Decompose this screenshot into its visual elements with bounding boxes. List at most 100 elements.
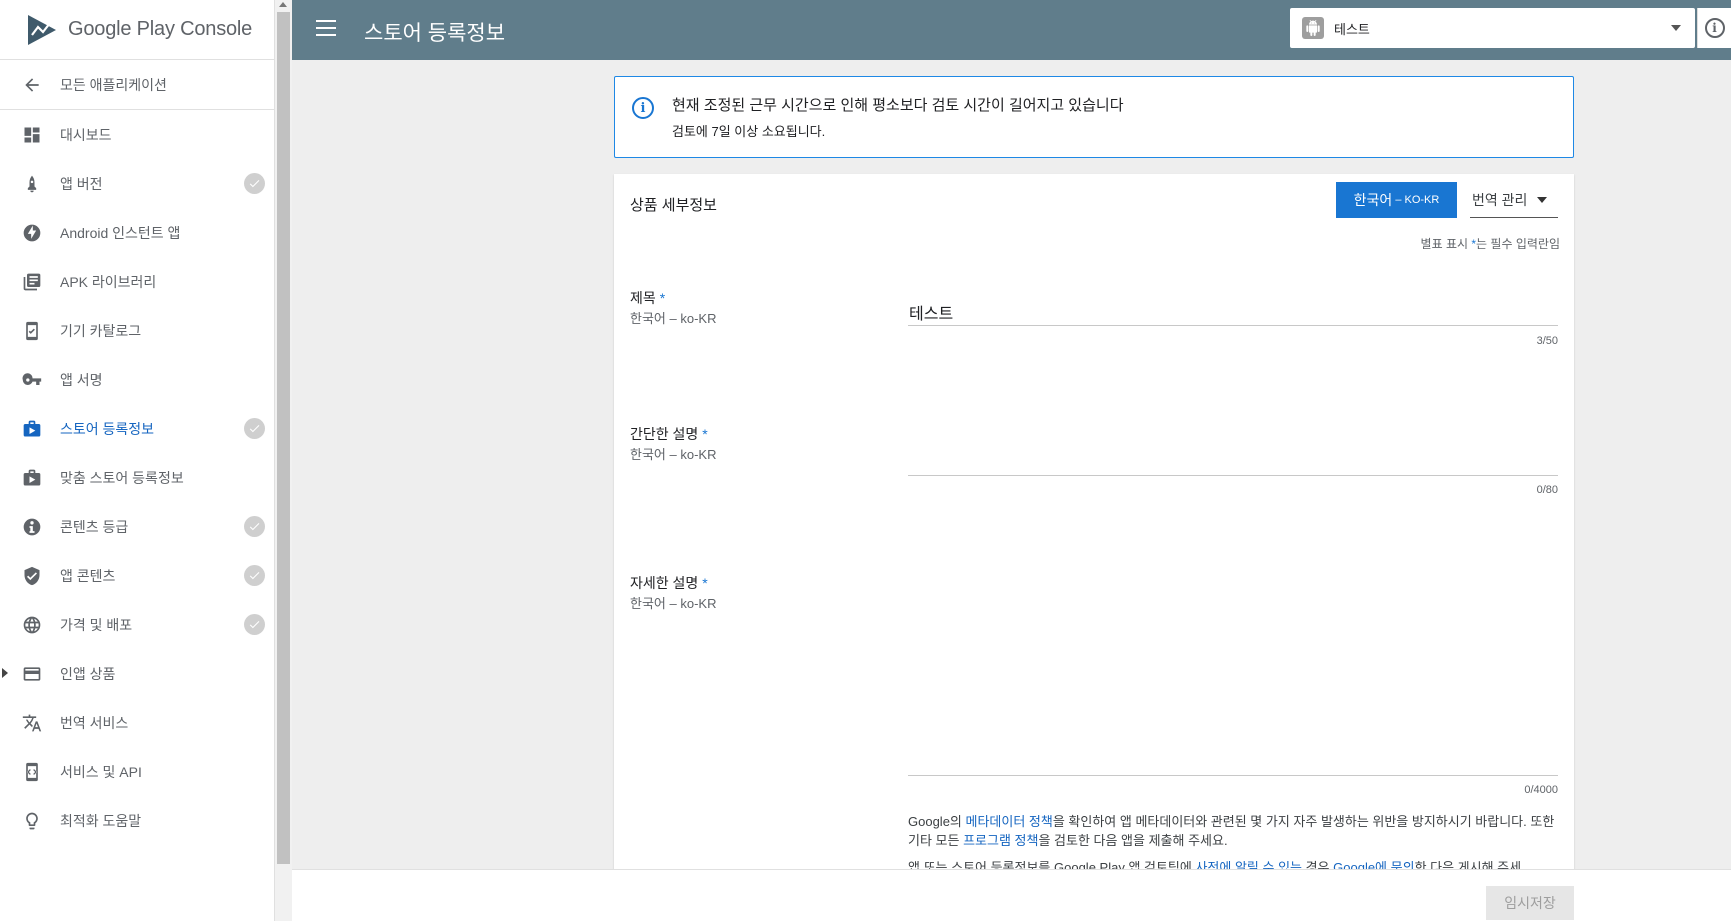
sidebar-item-13[interactable]: 서비스 및 API <box>0 747 274 796</box>
scroll-up-arrow[interactable] <box>279 2 287 7</box>
title-counter: 3/50 <box>1536 335 1558 347</box>
complete-check-icon <box>244 418 265 439</box>
translation-manage-label: 번역 관리 <box>1472 191 1528 208</box>
sidebar-item-8[interactable]: 콘텐츠 등급 <box>0 502 274 551</box>
review-time-notice: i 현재 조정된 근무 시간으로 인해 평소보다 검토 시간이 길어지고 있습니… <box>614 76 1574 158</box>
sidebar-item-label: Android 인스턴트 앱 <box>60 224 181 241</box>
sidebar-item-7[interactable]: 맞춤 스토어 등록정보 <box>0 453 274 502</box>
store-play-icon <box>22 419 42 439</box>
rocket-icon <box>22 174 42 194</box>
full-desc-label: 자세한 설명 * <box>630 575 708 591</box>
sidebar-item-label: APK 라이브러리 <box>60 273 157 290</box>
store-play-icon <box>22 468 42 488</box>
scrollbar-thumb[interactable] <box>277 12 290 864</box>
sidebar-item-11[interactable]: 인앱 상품 <box>0 649 274 698</box>
dashboard-icon <box>22 125 42 145</box>
credit-card-icon <box>22 664 42 684</box>
sidebar-scrollbar[interactable] <box>275 0 292 921</box>
expand-caret-icon[interactable] <box>2 668 8 678</box>
sidebar-item-1[interactable]: 앱 버전 <box>0 159 274 208</box>
sidebar-item-2[interactable]: Android 인스턴트 앱 <box>0 208 274 257</box>
back-label: 모든 애플리케이션 <box>60 76 167 93</box>
product-details-card: 상품 세부정보 한국어 – KO-KR 번역 관리 별표 표시 *는 필수 입력… <box>614 174 1574 870</box>
key-icon <box>22 370 42 390</box>
sidebar-item-12[interactable]: 번역 서비스 <box>0 698 274 747</box>
dropdown-arrow-icon <box>1537 196 1548 203</box>
shield-check-icon <box>22 566 42 586</box>
library-icon <box>22 272 42 292</box>
save-draft-button[interactable]: 임시저장 <box>1486 886 1574 920</box>
language-label: 한국어 <box>1353 192 1393 208</box>
sidebar-item-label: 기기 카탈로그 <box>60 322 142 339</box>
translate-icon <box>22 713 42 733</box>
section-title: 상품 세부정보 <box>630 197 717 214</box>
sidebar-item-label: 대시보드 <box>60 126 112 143</box>
device-check-icon <box>22 321 42 341</box>
sidebar-item-10[interactable]: 가격 및 배포 <box>0 600 274 649</box>
full-desc-counter: 0/4000 <box>1524 784 1558 796</box>
app-selector[interactable]: 테스트 <box>1290 8 1695 48</box>
nav-list: 대시보드앱 버전 Android 인스턴트 앱 APK 라이브러리기기 카탈로그앱 … <box>0 110 274 845</box>
language-button[interactable]: 한국어 – KO-KR <box>1336 182 1457 218</box>
sidebar-item-label: 인앱 상품 <box>60 665 116 682</box>
complete-check-icon <box>244 614 265 635</box>
sidebar-item-label: 맞춤 스토어 등록정보 <box>60 469 184 486</box>
full-desc-lang: 한국어 – ko-KR <box>630 596 717 611</box>
sidebar-item-0[interactable]: 대시보드 <box>0 110 274 159</box>
title-input[interactable]: 테스트 <box>908 294 1558 326</box>
globe-icon <box>22 615 42 635</box>
sidebar-item-6[interactable]: 스토어 등록정보 <box>0 404 274 453</box>
language-code: – KO-KR <box>1395 194 1440 206</box>
top-app-bar: 스토어 등록정보 테스트 i <box>292 0 1731 60</box>
rating-icon <box>22 517 42 537</box>
required-note: 별표 표시 *는 필수 입력란임 <box>1420 237 1560 251</box>
translation-manage-dropdown[interactable]: 번역 관리 <box>1470 182 1558 218</box>
sidebar-item-label: 최적화 도움말 <box>60 812 142 829</box>
notice-subtitle: 검토에 7일 이상 소요됩니다. <box>672 124 826 139</box>
short-desc-input[interactable] <box>908 414 1558 476</box>
bolt-icon <box>22 223 42 243</box>
info-icon: i <box>632 97 654 119</box>
sidebar-item-label: 서비스 및 API <box>60 763 142 780</box>
lightbulb-icon <box>22 811 42 831</box>
policy-text: Google의 메타데이터 정책을 확인하여 앱 메타데이터와 관련된 몇 가지… <box>908 814 1555 848</box>
title-label: 제목 * <box>630 290 666 306</box>
sidebar-item-label: 앱 서명 <box>60 371 103 388</box>
sidebar-item-label: 앱 버전 <box>60 175 103 192</box>
short-desc-lang: 한국어 – ko-KR <box>630 447 717 462</box>
info-icon: i <box>1704 18 1725 38</box>
logo-text: Google Play Console <box>68 18 253 40</box>
dropdown-arrow-icon <box>1671 25 1681 31</box>
sidebar: Google Play Console 모든 애플리케이션 대시보드앱 버전 An… <box>0 0 275 921</box>
sidebar-item-label: 앱 콘텐츠 <box>60 567 116 584</box>
api-device-icon <box>22 762 42 782</box>
sidebar-item-label: 번역 서비스 <box>60 714 129 731</box>
android-icon <box>1302 17 1324 39</box>
sidebar-item-label: 가격 및 배포 <box>60 616 133 633</box>
app-selector-value: 테스트 <box>1334 21 1370 37</box>
sidebar-item-14[interactable]: 최적화 도움말 <box>0 796 274 845</box>
sidebar-item-9[interactable]: 앱 콘텐츠 <box>0 551 274 600</box>
arrow-back-icon <box>22 75 42 95</box>
sidebar-item-label: 스토어 등록정보 <box>60 420 155 437</box>
bottom-action-bar: 임시저장 <box>292 869 1731 921</box>
sidebar-item-label: 콘텐츠 등급 <box>60 518 129 535</box>
sidebar-item-4[interactable]: 기기 카탈로그 <box>0 306 274 355</box>
short-desc-counter: 0/80 <box>1536 484 1558 496</box>
full-desc-input[interactable] <box>908 564 1558 776</box>
metadata-policy-link[interactable]: 메타데이터 정책 <box>966 814 1053 829</box>
sidebar-item-3[interactable]: APK 라이브러리 <box>0 257 274 306</box>
notice-title: 현재 조정된 근무 시간으로 인해 평소보다 검토 시간이 길어지고 있습니다 <box>672 97 1124 114</box>
play-console-logo-icon <box>28 14 56 45</box>
back-to-all-apps[interactable]: 모든 애플리케이션 <box>0 60 274 110</box>
short-desc-label: 간단한 설명 * <box>630 426 708 442</box>
complete-check-icon <box>244 516 265 537</box>
complete-check-icon <box>244 173 265 194</box>
logo[interactable]: Google Play Console <box>0 0 274 60</box>
page-title: 스토어 등록정보 <box>364 22 506 45</box>
info-button[interactable]: i <box>1697 8 1731 48</box>
menu-icon[interactable] <box>316 20 336 36</box>
title-lang: 한국어 – ko-KR <box>630 311 717 326</box>
sidebar-item-5[interactable]: 앱 서명 <box>0 355 274 404</box>
program-policy-link[interactable]: 프로그램 정책 <box>963 833 1038 848</box>
